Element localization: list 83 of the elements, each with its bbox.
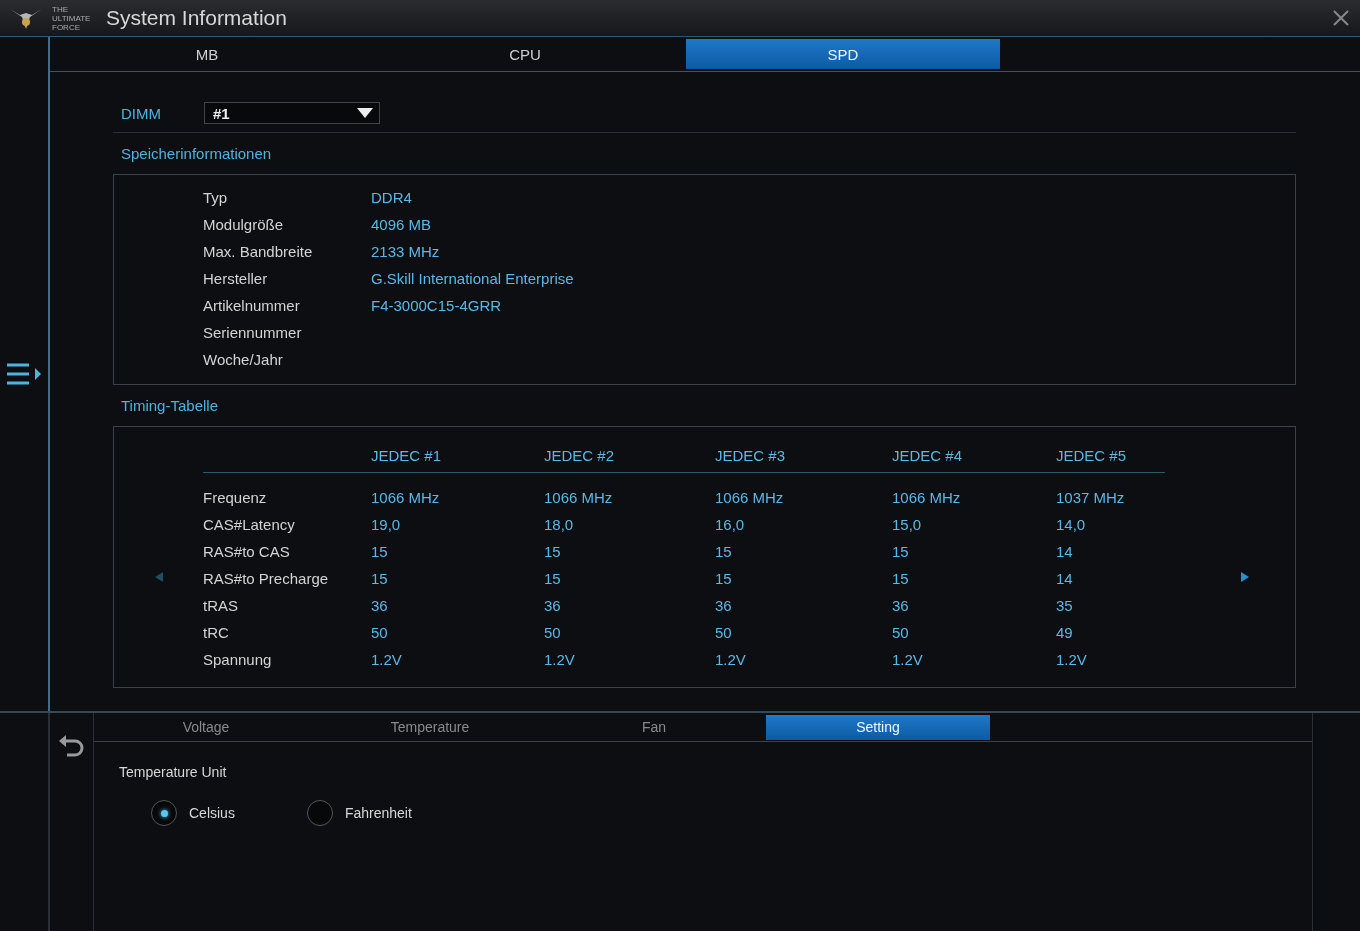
table-cell-text: 35: [1056, 597, 1074, 616]
table-cell-text: 1037 MHz: [1056, 489, 1126, 508]
table-cell-text: 36: [715, 597, 733, 616]
row-label: RAS#to CAS: [203, 543, 291, 562]
row-label: tRC: [203, 624, 230, 643]
radio-label: Celsius: [189, 805, 235, 821]
column-header: JEDEC #3: [715, 447, 787, 466]
info-label: Hersteller: [203, 270, 269, 289]
table-cell-text: 50: [892, 624, 910, 643]
section-title: Timing-Tabelle: [120, 396, 219, 416]
menu-icon[interactable]: [5, 361, 43, 387]
info-label: Artikelnummer: [203, 297, 301, 316]
table-cell-text: 15: [371, 543, 389, 562]
table-cell-text: 36: [371, 597, 389, 616]
table-cell-text: 36: [544, 597, 562, 616]
table-cell-text: 15: [892, 543, 910, 562]
info-value: F4-3000C15-4GRR: [371, 297, 503, 316]
tab[interactable]: Voltage: [94, 714, 318, 740]
table-cell-text: 50: [544, 624, 562, 643]
column-header: JEDEC #4: [892, 447, 964, 466]
info-label: Max. Bandbreite: [203, 243, 314, 262]
tab[interactable]: Setting: [766, 714, 990, 740]
radio-option[interactable]: Fahrenheit: [306, 800, 412, 826]
right-arrow-icon[interactable]: [1241, 572, 1249, 582]
tab[interactable]: Fan: [542, 714, 766, 740]
row-label: Frequenz: [203, 489, 268, 508]
radio-label: Fahrenheit: [344, 805, 412, 821]
table-cell-text: 50: [371, 624, 389, 643]
table-cell-text: 1.2V: [892, 651, 924, 670]
radio-option[interactable]: Celsius: [151, 800, 235, 826]
table-cell-text: 14: [1056, 543, 1074, 562]
info-label: Seriennummer: [203, 324, 303, 343]
row-label: CAS#Latency: [203, 516, 296, 535]
table-cell-text: 15: [892, 570, 910, 589]
section-title: Speicherinformationen: [120, 144, 273, 164]
info-label: Typ: [203, 189, 229, 208]
row-label: tRAS: [203, 597, 239, 616]
table-cell-text: 1.2V: [715, 651, 747, 670]
table-cell-text: 14: [1056, 570, 1074, 589]
table-cell-text: 18,0: [544, 516, 575, 535]
table-cell-text: 15: [371, 570, 389, 589]
radio-button[interactable]: [306, 800, 333, 826]
table-cell-text: 1066 MHz: [892, 489, 962, 508]
caret-icon: [357, 108, 373, 118]
table-cell-text: 1.2V: [1056, 651, 1088, 670]
info-value: 2133 MHz: [371, 243, 441, 262]
table-cell-text: 1066 MHz: [715, 489, 785, 508]
column-header: JEDEC #2: [544, 447, 616, 466]
info-value: G.Skill International Enterprise: [371, 270, 575, 289]
table-cell-text: 19,0: [371, 516, 402, 535]
dimm-dropdown[interactable]: #1: [204, 102, 380, 124]
table-cell-text: 16,0: [715, 516, 746, 535]
column-header: JEDEC #1: [371, 447, 443, 466]
close-icon[interactable]: [1332, 9, 1350, 27]
logo-text: THE ULTIMATE FORCE: [52, 4, 92, 32]
table-cell-text: 15: [544, 543, 562, 562]
tab[interactable]: Temperature: [318, 714, 542, 740]
table-cell-text: 1066 MHz: [371, 489, 441, 508]
row-label: RAS#to Precharge: [203, 570, 330, 589]
table-cell-text: 1.2V: [371, 651, 403, 670]
info-label: Woche/Jahr: [203, 351, 284, 370]
row-label: Spannung: [203, 651, 273, 670]
tab[interactable]: MB: [50, 39, 364, 69]
info-value: DDR4: [371, 189, 413, 208]
dimm-label: DIMM: [121, 104, 161, 122]
table-cell-text: 14,0: [1056, 516, 1087, 535]
tab[interactable]: CPU: [368, 39, 682, 69]
info-label: Modulgröße: [203, 216, 285, 235]
table-cell-text: 15,0: [892, 516, 923, 535]
radio-button[interactable]: [151, 800, 177, 826]
table-cell-text: 50: [715, 624, 733, 643]
table-cell-text: 1.2V: [544, 651, 576, 670]
table-cell-text: 49: [1056, 624, 1074, 643]
table-cell-text: 15: [715, 543, 733, 562]
column-header: JEDEC #5: [1056, 447, 1128, 466]
info-value: 4096 MB: [371, 216, 433, 235]
window-title: System Information: [106, 6, 287, 30]
table-cell-text: 1066 MHz: [544, 489, 614, 508]
table-cell-text: 15: [715, 570, 733, 589]
temperature-unit-label: Temperature Unit: [118, 763, 228, 780]
tab[interactable]: SPD: [686, 39, 1000, 69]
table-cell-text: 36: [892, 597, 910, 616]
table-cell-text: 15: [544, 570, 562, 589]
